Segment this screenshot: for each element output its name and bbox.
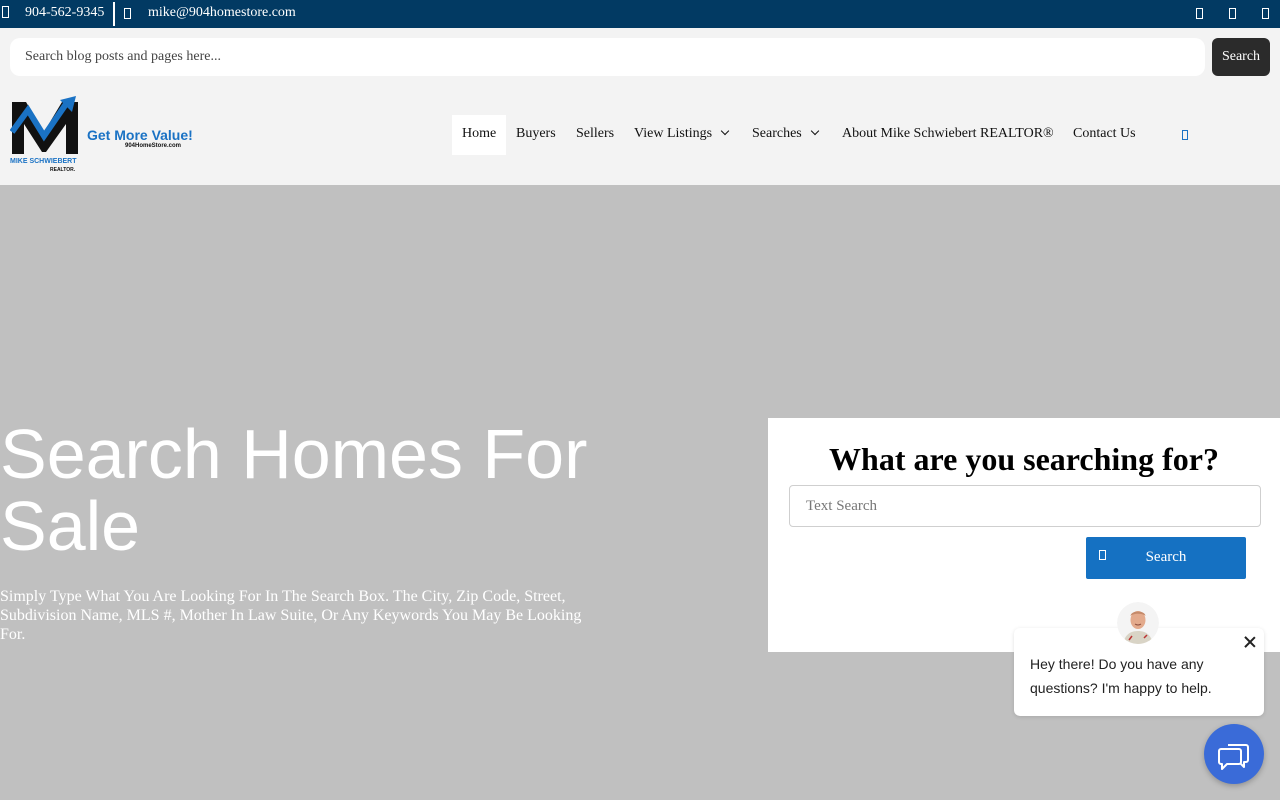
linkedin-icon[interactable]	[1262, 8, 1269, 19]
mail-icon	[124, 8, 131, 19]
hero-subtitle: Simply Type What You Are Looking For In …	[0, 588, 582, 643]
nav-item-label: Searches	[752, 126, 802, 141]
nav-item-contact[interactable]: Contact Us	[1073, 115, 1136, 155]
nav-item-about[interactable]: About Mike Schwiebert REALTOR®	[842, 115, 1054, 155]
search-card-title: What are you searching for?	[829, 441, 1219, 477]
nav-item-home[interactable]: Home	[452, 115, 507, 155]
chevron-down-icon	[720, 126, 730, 136]
text-search-input[interactable]	[789, 485, 1261, 527]
logo-name: MIKE SCHWIEBERT	[10, 158, 77, 165]
blog-search-button[interactable]: Search	[1212, 38, 1270, 76]
search-icon[interactable]	[1182, 130, 1188, 140]
logo-realtor: REALTOR.	[50, 167, 76, 173]
phone-icon	[2, 6, 9, 18]
site-header: Search Get More Value! 904HomeStore.com …	[0, 28, 1280, 185]
phone-link[interactable]: 904-562-9345	[25, 5, 104, 21]
instagram-icon[interactable]	[1229, 8, 1236, 19]
topbar-divider	[113, 2, 115, 26]
hero-title: Search Homes For Sale	[0, 415, 588, 565]
nav-item-view-listings[interactable]: View Listings	[634, 115, 730, 155]
email-link[interactable]: mike@904homestore.com	[148, 5, 296, 21]
avatar	[1117, 602, 1159, 644]
property-search-card: What are you searching for? Search	[768, 418, 1280, 652]
facebook-icon[interactable]	[1196, 8, 1203, 19]
search-button-label: Search	[1145, 549, 1187, 565]
blog-search-input[interactable]	[10, 38, 1205, 76]
close-icon[interactable]	[1243, 635, 1257, 649]
property-search-button[interactable]: Search	[1086, 537, 1246, 579]
nav-item-sellers[interactable]: Sellers	[576, 115, 614, 155]
chat-icon	[1218, 744, 1249, 770]
chat-message: Hey there! Do you have any questions? I'…	[1030, 656, 1212, 696]
top-contact-bar: 904-562-9345 mike@904homestore.com	[0, 0, 1280, 28]
nav-item-buyers[interactable]: Buyers	[516, 115, 556, 155]
chevron-down-icon	[810, 126, 820, 136]
nav-item-label: View Listings	[634, 126, 713, 141]
nav-item-searches[interactable]: Searches	[752, 115, 820, 155]
chat-launcher-button[interactable]	[1204, 724, 1264, 784]
main-nav: Home Buyers Sellers View Listings Search…	[0, 115, 1280, 155]
